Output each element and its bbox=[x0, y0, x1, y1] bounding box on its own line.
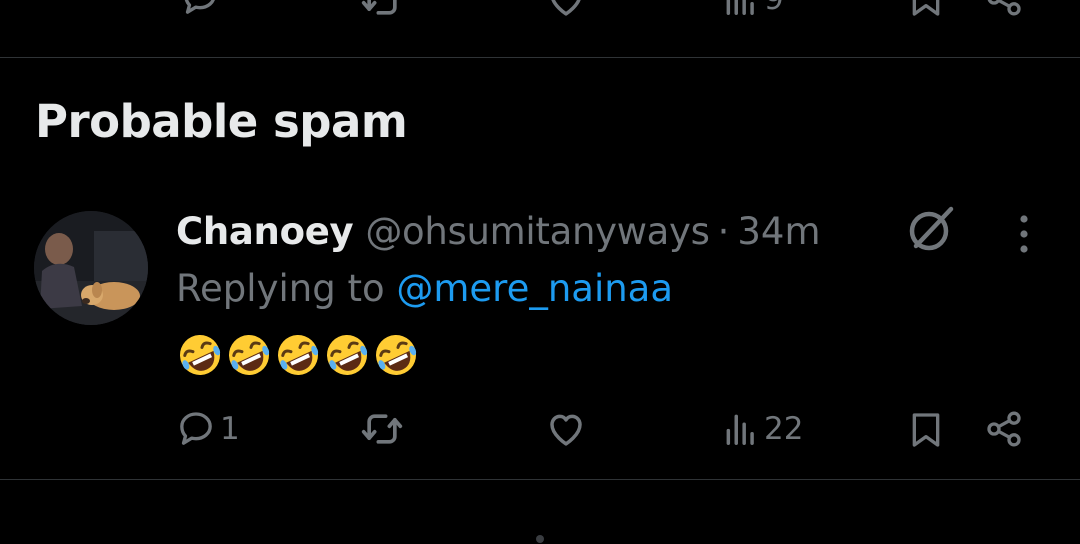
grok-button[interactable] bbox=[903, 203, 957, 257]
speech-bubble-icon bbox=[180, 412, 212, 445]
rofl-emoji-icon bbox=[180, 335, 221, 375]
bookmark-icon bbox=[912, 0, 940, 16]
bookmark-button[interactable] bbox=[906, 409, 946, 451]
reply-button[interactable] bbox=[180, 0, 220, 18]
bookmark-button[interactable] bbox=[906, 0, 946, 20]
separator-dot: · bbox=[717, 209, 730, 253]
avatar-image bbox=[34, 211, 148, 325]
more-vertical-icon bbox=[1020, 215, 1028, 253]
replying-to-label: Replying to bbox=[176, 267, 397, 310]
retweet-icon bbox=[361, 0, 397, 15]
views-count: 9 bbox=[764, 0, 784, 17]
tweet-header: Chanoey @ohsumitanyways · 34m bbox=[176, 208, 821, 254]
heart-icon bbox=[551, 0, 581, 16]
timestamp[interactable]: 34m bbox=[737, 210, 820, 253]
divider bbox=[0, 479, 1080, 480]
retweet-button[interactable] bbox=[360, 407, 404, 451]
speech-bubble-icon bbox=[184, 0, 215, 14]
like-button[interactable] bbox=[545, 408, 587, 450]
grok-icon bbox=[909, 206, 954, 251]
section-title: Probable spam bbox=[35, 95, 408, 148]
views-count: 22 bbox=[764, 411, 804, 447]
share-icon bbox=[987, 411, 1021, 447]
share-button[interactable] bbox=[984, 409, 1024, 449]
tweet-text: 🤣🤣🤣🤣🤣 bbox=[176, 330, 421, 380]
views-button[interactable]: 9 bbox=[722, 0, 784, 18]
page: 9 Probable spam Cha bbox=[0, 0, 1080, 544]
avatar[interactable] bbox=[34, 211, 148, 325]
retweet-icon bbox=[361, 414, 403, 444]
scroll-indicator bbox=[536, 535, 544, 543]
share-button[interactable] bbox=[984, 0, 1024, 18]
rofl-emoji-icon bbox=[229, 335, 270, 375]
reply-button[interactable]: 1 bbox=[176, 409, 240, 449]
user-handle[interactable]: @ohsumitanyways bbox=[365, 210, 710, 253]
replying-to: Replying to @mere_nainaa bbox=[176, 266, 673, 312]
tweet-actions: 1 22 bbox=[0, 403, 1080, 457]
display-name[interactable]: Chanoey bbox=[176, 210, 354, 253]
divider bbox=[0, 57, 1080, 58]
rofl-emoji-icon bbox=[278, 335, 319, 375]
bookmark-icon bbox=[912, 413, 940, 447]
retweet-button[interactable] bbox=[360, 0, 404, 22]
rofl-emoji-icon bbox=[327, 335, 368, 375]
share-icon bbox=[987, 0, 1021, 16]
heart-icon bbox=[550, 414, 582, 446]
previous-tweet-actions: 9 bbox=[0, 0, 1080, 28]
rofl-emoji-icon bbox=[376, 335, 417, 375]
more-options-button[interactable] bbox=[1004, 210, 1044, 258]
reply-count: 1 bbox=[220, 411, 240, 447]
mention-link[interactable]: @mere_nainaa bbox=[396, 267, 673, 310]
like-button[interactable] bbox=[545, 0, 587, 20]
bar-chart-icon bbox=[726, 0, 754, 15]
views-button[interactable]: 22 bbox=[722, 410, 803, 448]
bar-chart-icon bbox=[726, 414, 754, 445]
